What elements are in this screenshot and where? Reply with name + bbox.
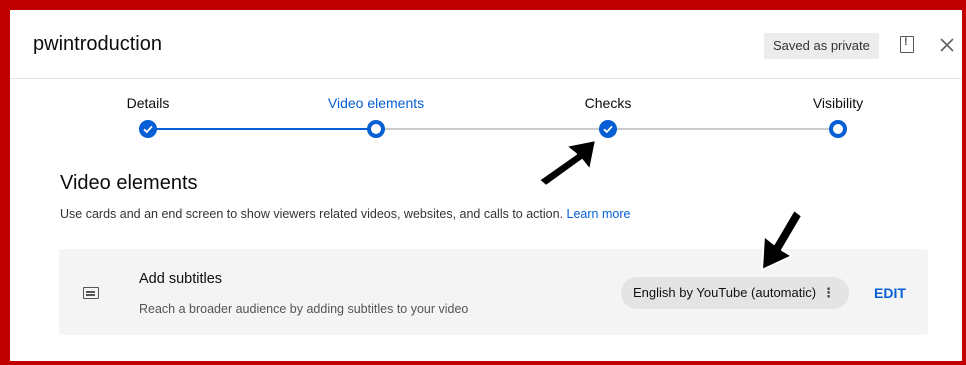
- step-checks-label[interactable]: Checks: [585, 95, 632, 111]
- learn-more-link[interactable]: Learn more: [567, 207, 631, 221]
- stepper-line-3: [608, 128, 838, 130]
- video-title: pwintroduction: [33, 33, 162, 55]
- upload-stepper: Details Video elements Checks Visibility: [10, 78, 962, 158]
- close-icon[interactable]: [938, 36, 956, 54]
- step-details-check-icon[interactable]: [139, 120, 157, 138]
- chip-label: English by YouTube (automatic): [633, 285, 817, 300]
- subtitle-language-chip[interactable]: English by YouTube (automatic) ⋮: [621, 277, 849, 309]
- card-subtitle: Reach a broader audience by adding subti…: [139, 302, 469, 316]
- dialog-header: pwintroduction Saved as private: [10, 10, 962, 79]
- step-video-elements-label[interactable]: Video elements: [328, 95, 424, 111]
- step-checks-check-icon[interactable]: [599, 120, 617, 138]
- step-visibility-node[interactable]: [829, 120, 847, 138]
- subtitles-icon: [83, 287, 99, 299]
- feedback-icon[interactable]: [900, 36, 914, 53]
- step-details-label[interactable]: Details: [127, 95, 170, 111]
- annotation-arrow-checks-icon: [538, 139, 597, 187]
- edit-subtitles-button[interactable]: EDIT: [874, 285, 906, 301]
- stepper-line-1: [148, 128, 376, 130]
- more-options-icon[interactable]: ⋮: [822, 277, 835, 309]
- description-text: Use cards and an end screen to show view…: [60, 207, 564, 221]
- saved-status-badge: Saved as private: [764, 33, 879, 59]
- step-video-elements-node[interactable]: [367, 120, 385, 138]
- annotation-arrow-chip-icon: [761, 209, 803, 271]
- section-title: Video elements: [60, 172, 198, 194]
- stepper-line-2: [376, 128, 608, 130]
- section-description: Use cards and an end screen to show view…: [60, 207, 630, 221]
- card-title: Add subtitles: [139, 271, 223, 287]
- step-visibility-label[interactable]: Visibility: [813, 95, 863, 111]
